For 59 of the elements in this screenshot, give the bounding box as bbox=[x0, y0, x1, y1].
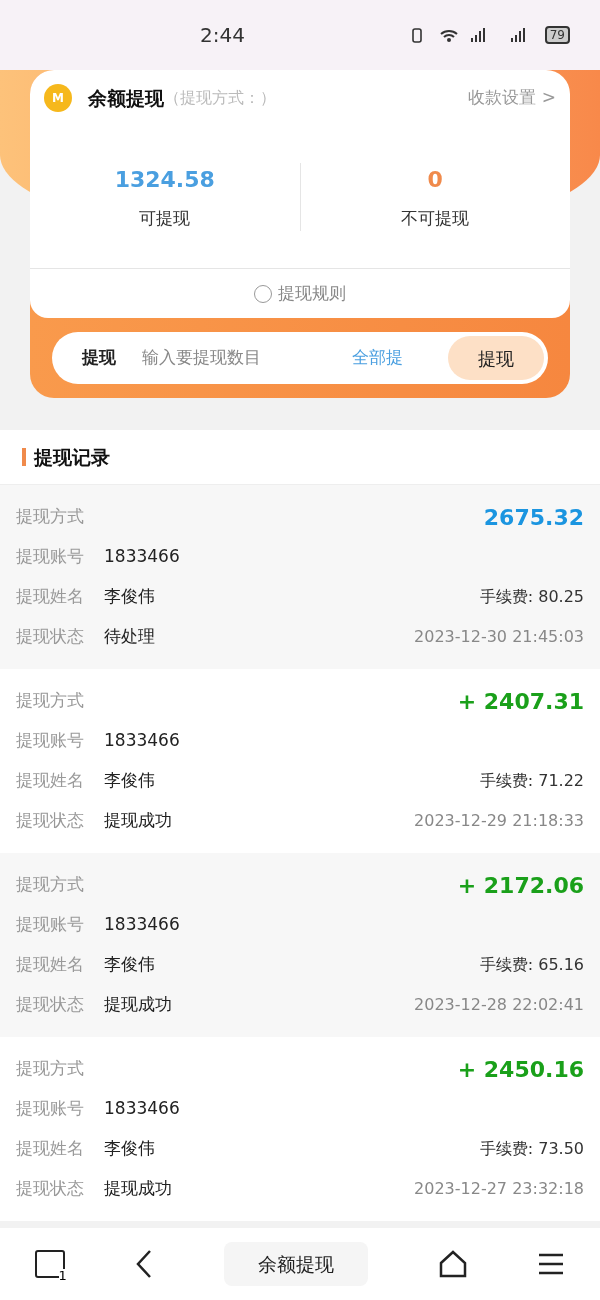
field-value: 1833466 bbox=[104, 1097, 180, 1121]
clock: 2:44 bbox=[200, 22, 245, 49]
field-value: 待处理 bbox=[104, 625, 155, 649]
withdraw-rules-link[interactable]: 提现规则 bbox=[278, 280, 346, 307]
fee-text: 手续费: 80.25 bbox=[479, 586, 584, 608]
withdraw-amount: + 2407.31 bbox=[457, 687, 584, 716]
field-label: 提现账号 bbox=[16, 729, 85, 753]
card-title: 余额提现 bbox=[88, 85, 164, 111]
field-label: 提现方式 bbox=[16, 873, 85, 897]
withdraw-button[interactable]: 提现 bbox=[448, 336, 544, 380]
coin-icon: M bbox=[44, 84, 72, 112]
withdraw-amount: + 2450.16 bbox=[457, 1055, 584, 1084]
field-label: 提现状态 bbox=[16, 625, 85, 649]
page-title-button[interactable]: 余额提现 bbox=[224, 1241, 368, 1287]
balance-amount: 0 bbox=[427, 165, 443, 194]
balance-label: 可提现 bbox=[139, 206, 191, 230]
section-marker bbox=[22, 448, 26, 466]
field-label: 提现方式 bbox=[16, 1057, 85, 1081]
field-label: 提现姓名 bbox=[16, 769, 85, 793]
balance-amount: 1324.58 bbox=[114, 165, 215, 194]
field-label: 提现姓名 bbox=[16, 1137, 85, 1161]
field-value: 提现成功 bbox=[104, 993, 172, 1017]
menu-icon[interactable] bbox=[537, 1252, 566, 1276]
field-label: 提现方式 bbox=[16, 689, 85, 713]
field-label: 提现账号 bbox=[16, 1097, 85, 1121]
field-value: 提现成功 bbox=[104, 1177, 172, 1201]
field-label: 提现账号 bbox=[16, 913, 85, 937]
field-label: 提现状态 bbox=[16, 993, 85, 1017]
timestamp: 2023-12-28 22:02:41 bbox=[414, 994, 584, 1016]
withdraw-method: （提现方式：） bbox=[164, 87, 276, 109]
field-value: 1833466 bbox=[104, 545, 180, 569]
field-value: 李俊伟 bbox=[104, 585, 155, 609]
tab-count: 1 bbox=[58, 1269, 67, 1282]
fee-text: 手续费: 65.16 bbox=[479, 954, 584, 976]
balance-label: 不可提现 bbox=[401, 206, 470, 230]
section-title: 提现记录 bbox=[34, 444, 110, 470]
withdraw-label: 提现 bbox=[82, 346, 116, 370]
field-label: 提现状态 bbox=[16, 809, 85, 833]
fee-text: 手续费: 71.22 bbox=[479, 770, 584, 792]
field-value: 1833466 bbox=[104, 913, 180, 937]
home-icon[interactable] bbox=[437, 1249, 468, 1279]
withdraw-amount: + 2172.06 bbox=[457, 871, 584, 900]
field-value: 李俊伟 bbox=[104, 1137, 155, 1161]
field-label: 提现账号 bbox=[16, 545, 85, 569]
timestamp: 2023-12-29 21:18:33 bbox=[414, 810, 584, 832]
field-value: 提现成功 bbox=[104, 809, 172, 833]
timestamp: 2023-12-27 23:32:18 bbox=[414, 1178, 584, 1200]
field-label: 提现姓名 bbox=[16, 585, 85, 609]
fee-text: 手续费: 73.50 bbox=[479, 1138, 584, 1160]
field-label: 提现姓名 bbox=[16, 953, 85, 977]
withdraw-amount: 2675.32 bbox=[483, 503, 584, 532]
field-label: 提现状态 bbox=[16, 1177, 85, 1201]
battery-indicator: 79 bbox=[544, 26, 570, 44]
timestamp: 2023-12-30 21:45:03 bbox=[414, 626, 584, 648]
field-label: 提现方式 bbox=[16, 505, 85, 529]
amount-input[interactable]: 输入要提现数目 bbox=[142, 345, 342, 371]
field-value: 1833466 bbox=[104, 729, 180, 753]
field-value: 李俊伟 bbox=[104, 953, 155, 977]
field-value: 李俊伟 bbox=[104, 769, 155, 793]
